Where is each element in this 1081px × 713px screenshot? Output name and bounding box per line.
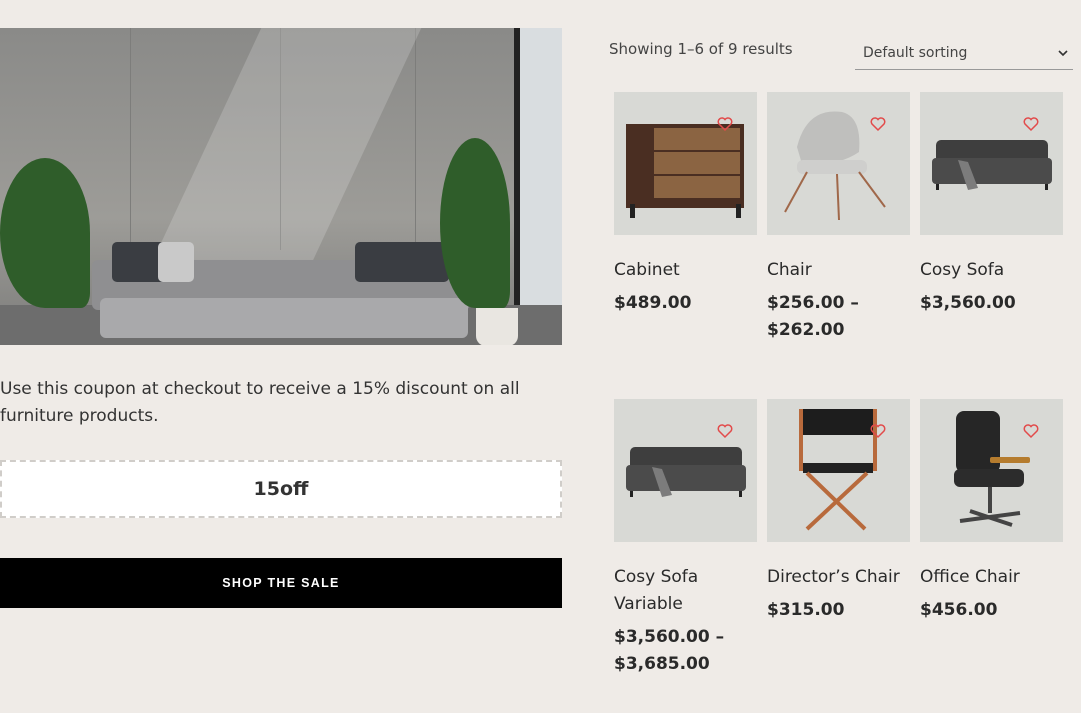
product-image-directors-chair[interactable] [767, 399, 910, 542]
product-price: $456.00 [920, 600, 998, 620]
product-image-chair[interactable] [767, 92, 910, 235]
coupon-code-box[interactable]: 15off [0, 460, 562, 518]
product-price: $3,560.00 [920, 293, 1016, 313]
product-card[interactable]: Cosy Sofa Variable $3,560.00 – $3,685.00 [614, 399, 757, 678]
product-image-cabinet[interactable] [614, 92, 757, 235]
product-card[interactable]: Office Chair $456.00 [920, 399, 1063, 624]
coupon-code: 15off [253, 478, 309, 500]
product-card[interactable]: Cabinet $489.00 [614, 92, 757, 317]
sorting-select[interactable]: Default sorting [855, 36, 1073, 70]
chevron-down-icon [1058, 49, 1068, 56]
heart-icon[interactable] [717, 423, 733, 439]
heart-icon[interactable] [717, 116, 733, 132]
product-name[interactable]: Office Chair [920, 564, 1063, 591]
result-count: Showing 1–6 of 9 results [609, 40, 793, 58]
product-name[interactable]: Cosy Sofa [920, 257, 1063, 284]
heart-icon[interactable] [1023, 423, 1039, 439]
coupon-description: Use this coupon at checkout to receive a… [0, 379, 520, 426]
sorting-value: Default sorting [863, 44, 968, 61]
product-price: $315.00 [767, 600, 845, 620]
shop-the-sale-button[interactable]: SHOP THE SALE [0, 558, 562, 608]
product-card[interactable]: Chair $256.00 – $262.00 [767, 92, 910, 344]
product-name[interactable]: Director’s Chair [767, 564, 910, 591]
product-price: $3,560.00 – $3,685.00 [614, 627, 725, 674]
product-name[interactable]: Cabinet [614, 257, 757, 284]
product-card[interactable]: Cosy Sofa $3,560.00 [920, 92, 1063, 317]
heart-icon[interactable] [870, 423, 886, 439]
product-image-cosy-sofa-variable[interactable] [614, 399, 757, 542]
product-image-cosy-sofa[interactable] [920, 92, 1063, 235]
product-image-office-chair[interactable] [920, 399, 1063, 542]
heart-icon[interactable] [870, 116, 886, 132]
heart-icon[interactable] [1023, 116, 1039, 132]
hero-image [0, 28, 562, 345]
product-name[interactable]: Cosy Sofa Variable [614, 564, 757, 618]
product-price: $489.00 [614, 293, 692, 313]
product-price: $256.00 – $262.00 [767, 293, 859, 340]
product-card[interactable]: Director’s Chair $315.00 [767, 399, 910, 624]
product-name[interactable]: Chair [767, 257, 910, 284]
